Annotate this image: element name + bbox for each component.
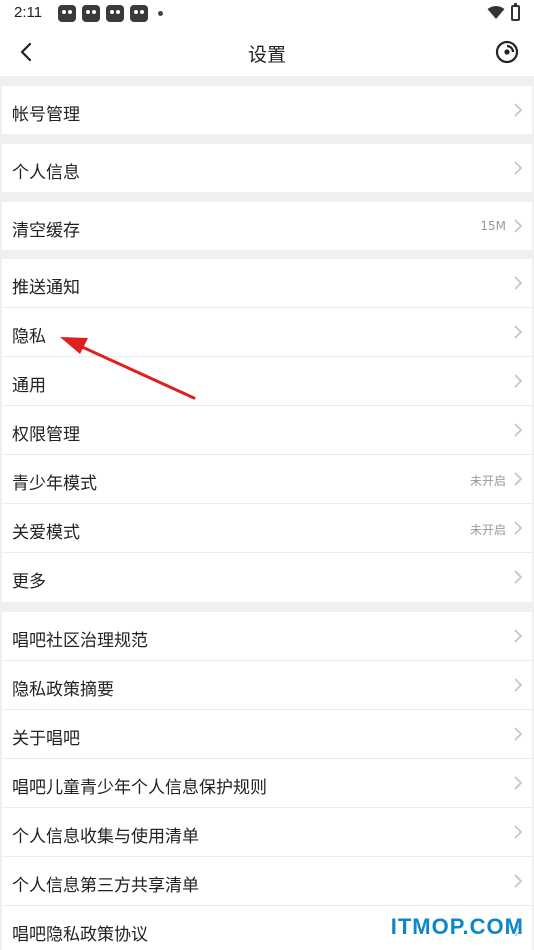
- row-label: 更多: [12, 572, 46, 592]
- chevron-right-icon: [514, 219, 523, 233]
- app-notification-icon: [82, 5, 100, 22]
- settings-group-cache: 清空缓存 15M: [2, 202, 532, 250]
- settings-row-teen-mode[interactable]: 青少年模式 未开启: [2, 455, 532, 504]
- wifi-icon: [487, 6, 505, 19]
- settings-row-data-collection[interactable]: 个人信息收集与使用清单: [2, 808, 532, 857]
- scan-button[interactable]: [494, 39, 520, 65]
- app-notification-icon: [106, 5, 124, 22]
- row-label: 唱吧社区治理规范: [12, 631, 148, 651]
- settings-row-privacy-summary[interactable]: 隐私政策摘要: [2, 661, 532, 710]
- row-label: 个人信息收集与使用清单: [12, 827, 199, 847]
- row-label: 通用: [12, 376, 46, 396]
- app-notification-icon: [58, 5, 76, 22]
- row-label: 关于唱吧: [12, 729, 80, 749]
- chevron-right-icon: [514, 874, 523, 888]
- row-label: 权限管理: [12, 425, 80, 445]
- chevron-right-icon: [514, 161, 523, 175]
- row-label: 隐私政策摘要: [12, 680, 114, 700]
- row-label: 帐号管理: [12, 105, 80, 125]
- row-label: 唱吧隐私政策协议: [12, 925, 148, 945]
- row-label: 个人信息: [12, 163, 80, 183]
- settings-row-general[interactable]: 通用: [2, 357, 532, 406]
- settings-row-community-rules[interactable]: 唱吧社区治理规范: [2, 612, 532, 661]
- chevron-right-icon: [514, 825, 523, 839]
- status-bar: 2:11: [0, 0, 534, 28]
- cache-size: 15M: [480, 219, 506, 233]
- chevron-right-icon: [514, 678, 523, 692]
- row-label: 唱吧儿童青少年个人信息保护规则: [12, 778, 267, 798]
- notification-icons: [58, 5, 163, 22]
- chevron-right-icon: [514, 570, 523, 584]
- chevron-right-icon: [514, 325, 523, 339]
- settings-row-profile[interactable]: 个人信息: [2, 144, 532, 192]
- settings-row-privacy[interactable]: 隐私: [2, 308, 532, 357]
- row-label: 关爱模式: [12, 523, 80, 543]
- teen-mode-status: 未开启: [469, 474, 506, 488]
- row-label: 青少年模式: [12, 474, 97, 494]
- care-mode-status: 未开启: [469, 523, 506, 537]
- settings-row-child-protection[interactable]: 唱吧儿童青少年个人信息保护规则: [2, 759, 532, 808]
- chevron-right-icon: [514, 423, 523, 437]
- row-label: 个人信息第三方共享清单: [12, 876, 199, 896]
- chevron-right-icon: [514, 776, 523, 790]
- status-time: 2:11: [14, 4, 43, 21]
- more-notifications-dot: [158, 11, 163, 16]
- battery-icon: [511, 3, 520, 21]
- settings-row-permissions[interactable]: 权限管理: [2, 406, 532, 455]
- page-title: 设置: [247, 44, 286, 66]
- settings-row-third-party-sharing[interactable]: 个人信息第三方共享清单: [2, 857, 532, 906]
- settings-row-account[interactable]: 帐号管理: [2, 86, 532, 134]
- target-icon: [495, 40, 519, 64]
- settings-group-general: 推送通知 隐私 通用 权限管理 青少年模式 未开启 关爱模式 未开启 更多: [2, 259, 532, 602]
- chevron-right-icon: [514, 103, 523, 117]
- settings-group-account: 帐号管理: [2, 86, 532, 134]
- row-label: 清空缓存: [12, 221, 80, 241]
- row-label: 推送通知: [12, 278, 80, 298]
- system-status-icons: [487, 3, 520, 21]
- chevron-right-icon: [514, 276, 523, 290]
- settings-row-care-mode[interactable]: 关爱模式 未开启: [2, 504, 532, 553]
- chevron-right-icon: [514, 521, 523, 535]
- top-app-bar: 设置: [0, 28, 534, 76]
- row-label: 隐私: [12, 327, 46, 347]
- chevron-right-icon: [514, 629, 523, 643]
- chevron-right-icon: [514, 472, 523, 486]
- settings-row-more[interactable]: 更多: [2, 553, 532, 602]
- app-notification-icon: [130, 5, 148, 22]
- chevron-right-icon: [514, 727, 523, 741]
- settings-row-push[interactable]: 推送通知: [2, 259, 532, 308]
- watermark-logo: ITMOP.COM: [390, 914, 524, 939]
- settings-group-profile: 个人信息: [2, 144, 532, 192]
- chevron-right-icon: [514, 374, 523, 388]
- settings-row-clear-cache[interactable]: 清空缓存 15M: [2, 202, 532, 250]
- settings-group-about: 唱吧社区治理规范 隐私政策摘要 关于唱吧 唱吧儿童青少年个人信息保护规则 个人信…: [2, 612, 532, 950]
- settings-row-about[interactable]: 关于唱吧: [2, 710, 532, 759]
